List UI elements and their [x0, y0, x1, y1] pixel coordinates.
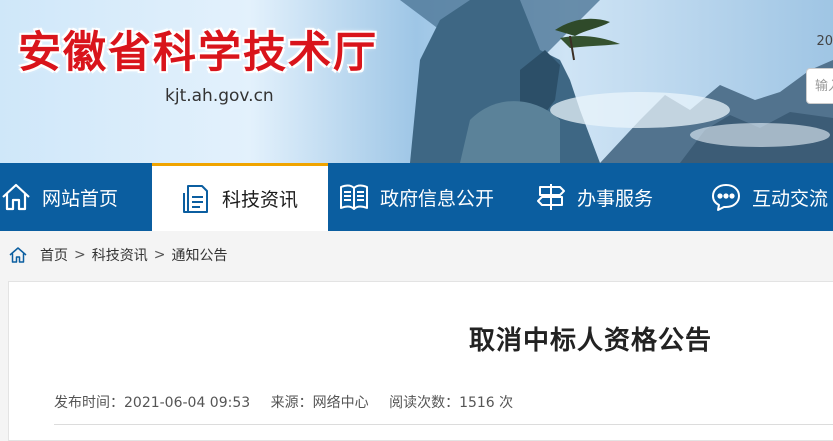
divider — [54, 424, 833, 425]
chat-icon — [712, 184, 740, 211]
nav-item-label: 办事服务 — [577, 187, 654, 210]
signpost-icon — [537, 184, 565, 210]
breadcrumb-separator: > — [74, 247, 86, 263]
nav-item-label: 政府信息公开 — [380, 187, 495, 210]
article-source: 来源：网络中心 — [270, 395, 369, 411]
site-url: kjt.ah.gov.cn — [165, 86, 274, 106]
breadcrumb: 首页 > 科技资讯 > 通知公告 — [8, 245, 227, 265]
main-nav: 网站首页 科技资讯 政府信息公开 办事服务 互动交流 — [0, 163, 833, 231]
breadcrumb-notices-link[interactable]: 通知公告 — [171, 245, 227, 265]
publish-time: 发布时间：2021-06-04 09:53 — [54, 395, 251, 411]
home-icon — [9, 247, 27, 263]
search-box[interactable] — [806, 68, 833, 104]
home-icon — [2, 183, 30, 211]
breadcrumb-home-link[interactable]: 首页 — [40, 245, 68, 265]
book-icon — [340, 184, 368, 210]
nav-item-tech-news[interactable]: 科技资讯 — [152, 163, 328, 231]
date-text: 20 — [816, 34, 833, 49]
article-meta: 发布时间：2021-06-04 09:53 来源：网络中心 阅读次数：1516 … — [54, 392, 529, 412]
document-icon — [183, 184, 208, 213]
nav-item-services[interactable]: 办事服务 — [535, 163, 685, 231]
nav-item-interaction[interactable]: 互动交流 — [710, 163, 833, 231]
search-input[interactable] — [807, 69, 833, 103]
view-count: 阅读次数：1516 次 — [389, 395, 514, 411]
article-title: 取消中标人资格公告 — [469, 326, 713, 356]
nav-item-label: 网站首页 — [42, 187, 119, 210]
nav-item-home[interactable]: 网站首页 — [0, 163, 150, 231]
breadcrumb-separator: > — [153, 247, 166, 263]
breadcrumb-tech-news-link[interactable]: 科技资讯 — [92, 245, 148, 265]
header-banner: 安徽省科学技术厅 kjt.ah.gov.cn 20 — [0, 0, 833, 163]
nav-item-label: 科技资讯 — [222, 189, 299, 211]
nav-item-label: 互动交流 — [752, 187, 829, 210]
nav-item-gov-info[interactable]: 政府信息公开 — [338, 163, 508, 231]
mountain-scenery-image — [400, 0, 833, 163]
site-title: 安徽省科学技术厅 — [18, 28, 378, 78]
article-panel: 取消中标人资格公告 发布时间：2021-06-04 09:53 来源：网络中心 … — [8, 281, 833, 441]
